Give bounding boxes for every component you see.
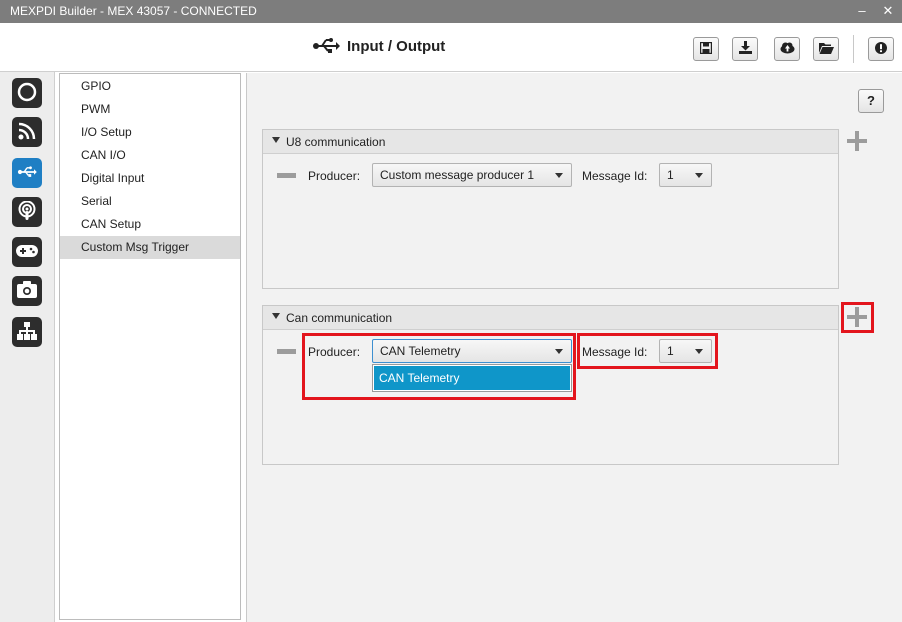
u8-communication-panel: U8 communication: [262, 129, 839, 289]
sub-nav-item-pwm[interactable]: PWM: [60, 98, 240, 121]
remove-can-entry-button[interactable]: [277, 349, 296, 354]
u8-producer-value: Custom message producer 1: [380, 168, 535, 182]
podcast-icon: [17, 200, 37, 224]
u8-producer-select[interactable]: Custom message producer 1: [372, 163, 572, 187]
open-folder-button[interactable]: [813, 37, 839, 61]
sub-nav-item-serial[interactable]: Serial: [60, 190, 240, 213]
info-icon: [875, 41, 887, 57]
sub-nav-item-can-setup[interactable]: CAN Setup: [60, 213, 240, 236]
can-panel-header[interactable]: Can communication: [263, 306, 838, 330]
power-button[interactable]: [12, 78, 42, 108]
help-button[interactable]: ?: [858, 89, 884, 113]
camera-icon: [17, 281, 37, 301]
rss-button[interactable]: [12, 117, 42, 147]
usb-button[interactable]: [12, 158, 42, 188]
camera-button[interactable]: [12, 276, 42, 306]
u8-panel-header[interactable]: U8 communication: [263, 130, 838, 154]
left-icon-bar: [0, 72, 55, 622]
save-icon: [699, 41, 713, 57]
u8-producer-label: Producer:: [308, 169, 361, 183]
remove-u8-entry-button[interactable]: [277, 173, 296, 178]
rss-icon: [18, 122, 36, 143]
u8-message-id-select[interactable]: 1: [659, 163, 712, 187]
sub-nav-item-gpio[interactable]: GPIO: [60, 75, 240, 98]
download-button[interactable]: [732, 37, 758, 61]
power-icon: [17, 82, 37, 105]
add-button-highlight-box: [841, 302, 874, 333]
sub-nav-item-digital-input[interactable]: Digital Input: [60, 167, 240, 190]
sitemap-button[interactable]: [12, 317, 42, 347]
can-panel-title: Can communication: [286, 311, 393, 325]
gamepad-button[interactable]: [12, 237, 42, 267]
page-header: Input / Output: [0, 23, 902, 72]
collapse-triangle-icon: [272, 137, 280, 143]
add-u8-entry-button[interactable]: [847, 131, 867, 151]
sub-nav-item-custom-msg-trigger[interactable]: Custom Msg Trigger: [60, 236, 240, 259]
usb-icon: [16, 165, 38, 182]
sub-nav-item-can-io[interactable]: CAN I/O: [60, 144, 240, 167]
close-button[interactable]: ✕: [878, 2, 898, 20]
chevron-down-icon: [695, 173, 703, 178]
gamepad-icon: [16, 244, 38, 261]
u8-panel-title: U8 communication: [286, 135, 386, 149]
sitemap-icon: [17, 321, 37, 343]
chevron-down-icon: [555, 173, 563, 178]
minimize-button[interactable]: –: [852, 2, 872, 20]
u8-message-id-label: Message Id:: [582, 169, 648, 183]
info-button[interactable]: [868, 37, 894, 61]
window-title: MEXPDI Builder - MEX 43057 - CONNECTED: [10, 4, 257, 18]
page-title: Input / Output: [347, 38, 446, 55]
message-id-highlight-box: [577, 333, 718, 369]
sub-nav: GPIO PWM I/O Setup CAN I/O Digital Input…: [59, 73, 241, 620]
usb-icon: [312, 36, 340, 59]
cloud-upload-icon: [780, 42, 795, 57]
producer-highlight-box: [302, 333, 576, 400]
cloud-upload-button[interactable]: [774, 37, 800, 61]
window-titlebar: MEXPDI Builder - MEX 43057 - CONNECTED –…: [0, 0, 902, 23]
open-folder-icon: [818, 42, 834, 57]
download-icon: [738, 41, 752, 57]
podcast-button[interactable]: [12, 197, 42, 227]
collapse-triangle-icon: [272, 313, 280, 319]
u8-message-id-value: 1: [667, 168, 674, 182]
save-button[interactable]: [693, 37, 719, 61]
sub-nav-item-io-setup[interactable]: I/O Setup: [60, 121, 240, 144]
toolbar-divider: [853, 35, 854, 63]
